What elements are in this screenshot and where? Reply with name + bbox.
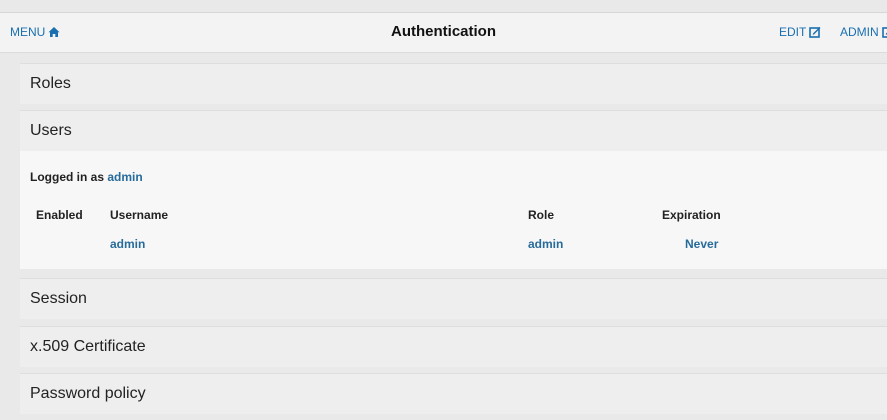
column-header-enabled: Enabled — [36, 208, 83, 222]
page-title: Authentication — [391, 23, 496, 40]
cell-role[interactable]: admin — [528, 237, 563, 251]
edit-icon — [881, 27, 887, 38]
cell-expiration[interactable]: Never — [685, 237, 718, 251]
session-panel-header[interactable]: Session — [20, 279, 887, 319]
admin-label: ADMIN — [840, 25, 879, 39]
users-panel-header[interactable]: Users — [20, 111, 887, 151]
edit-icon — [809, 27, 821, 38]
users-panel: Users Logged in as admin Enabled Usernam… — [20, 110, 887, 269]
x509-certificate-panel: x.509 Certificate — [20, 326, 887, 367]
column-header-role: Role — [528, 208, 555, 222]
column-header-username: Username — [110, 208, 169, 222]
logged-in-username[interactable]: admin — [107, 170, 142, 184]
users-panel-body: Logged in as admin Enabled Username Role… — [20, 151, 887, 269]
password-policy-panel: Password policy — [20, 373, 887, 414]
password-policy-panel-header[interactable]: Password policy — [20, 374, 887, 414]
session-panel: Session — [20, 278, 887, 319]
admin-button[interactable]: ADMIN — [840, 25, 887, 39]
cell-username[interactable]: admin — [110, 237, 145, 251]
edit-label: EDIT — [779, 25, 807, 39]
roles-panel-header[interactable]: Roles — [20, 64, 887, 104]
x509-certificate-panel-header[interactable]: x.509 Certificate — [20, 327, 887, 367]
logged-in-status: Logged in as admin — [30, 170, 143, 184]
column-header-expiration: Expiration — [662, 208, 721, 222]
edit-button[interactable]: EDIT — [779, 25, 821, 39]
logged-in-prefix: Logged in as — [30, 170, 105, 184]
roles-panel: Roles — [20, 63, 887, 104]
top-bar: MENU Authentication EDIT ADMIN — [0, 12, 887, 53]
